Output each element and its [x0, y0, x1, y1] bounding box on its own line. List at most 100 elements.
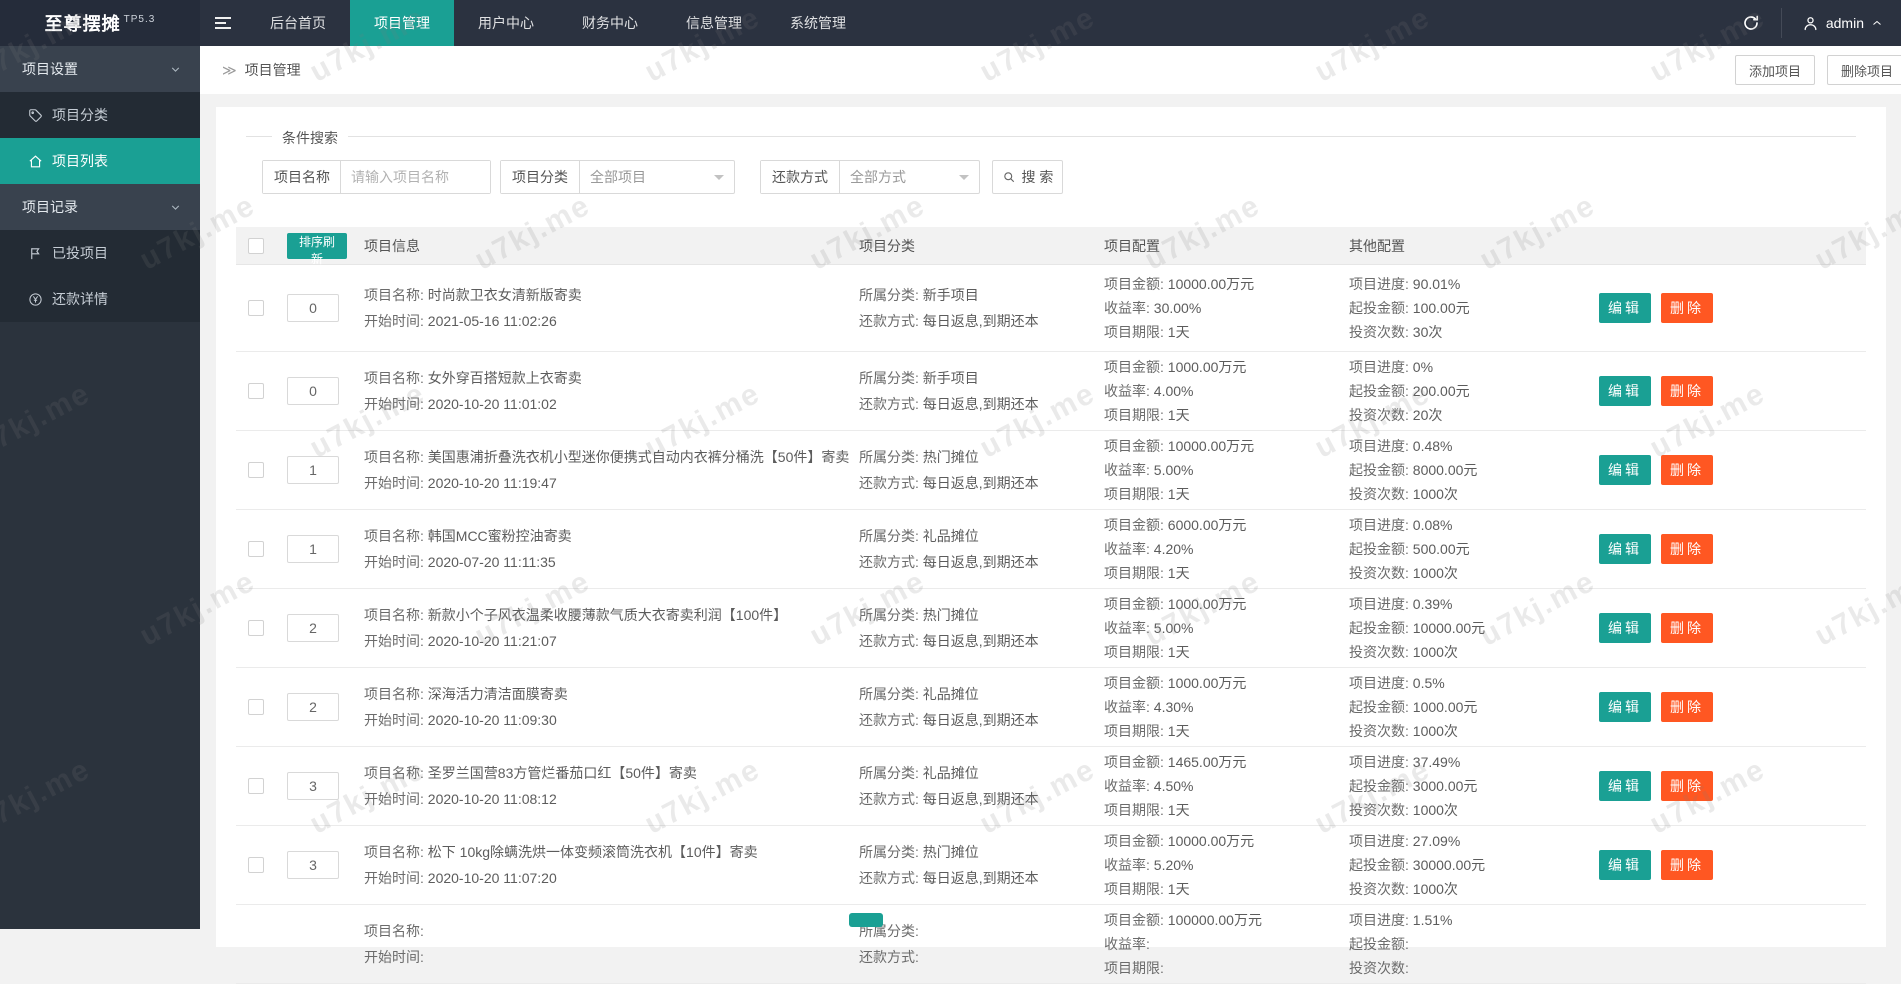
- row-actions: 编辑删除: [1599, 455, 1713, 485]
- cell-label: 项目进度:: [1349, 833, 1413, 849]
- repay-method-select[interactable]: 全部方式: [840, 161, 979, 193]
- cell-label: 还款方式:: [859, 633, 923, 649]
- nav-item[interactable]: 信息管理: [662, 0, 766, 46]
- cell-label: 项目名称:: [364, 844, 428, 860]
- delete-button[interactable]: 删除: [1661, 613, 1713, 643]
- cell-label: 项目进度:: [1349, 754, 1413, 770]
- refresh-icon[interactable]: [1721, 0, 1781, 46]
- cell-label: 开始时间:: [364, 313, 428, 329]
- cell-label: 项目名称:: [364, 370, 428, 386]
- cell-label: 项目金额:: [1104, 754, 1168, 770]
- edit-button[interactable]: 编辑: [1599, 534, 1651, 564]
- cell-value: 女外穿百搭短款上衣寄卖: [428, 370, 582, 386]
- edit-button[interactable]: 编辑: [1599, 376, 1651, 406]
- cell-value: 20次: [1413, 407, 1443, 423]
- row-checkbox[interactable]: [248, 300, 264, 316]
- table-row: 项目名称: 松下 10kg除螨洗烘一体变频滚筒洗衣机【10件】寄卖开始时间: 2…: [236, 826, 1866, 905]
- row-checkbox[interactable]: [248, 778, 264, 794]
- chevron-down-icon: [169, 63, 182, 76]
- search-button[interactable]: 搜 索: [992, 160, 1063, 194]
- project-category-cell: 所属分类: 礼品摊位还款方式: 每日返息,到期还本: [859, 760, 1089, 812]
- sidebar-group-project-settings[interactable]: 项目设置: [0, 46, 200, 92]
- edit-button[interactable]: 编辑: [1599, 613, 1651, 643]
- cell-label: 还款方式:: [859, 396, 923, 412]
- row-checkbox[interactable]: [248, 541, 264, 557]
- edit-button[interactable]: 编辑: [1599, 771, 1651, 801]
- nav-item[interactable]: 财务中心: [558, 0, 662, 46]
- project-category-select[interactable]: 全部项目: [580, 161, 734, 193]
- menu-toggle-icon[interactable]: [200, 0, 246, 46]
- sort-order-input[interactable]: [287, 294, 339, 322]
- breadcrumb: 项目管理: [245, 60, 301, 80]
- delete-button[interactable]: 删除: [1661, 534, 1713, 564]
- header-project-config: 项目配置: [1104, 236, 1334, 256]
- edit-button[interactable]: 编辑: [1599, 293, 1651, 323]
- delete-project-button[interactable]: 删除项目: [1827, 55, 1901, 85]
- edit-button[interactable]: 编辑: [1599, 455, 1651, 485]
- sort-order-input[interactable]: [287, 851, 339, 879]
- cell-value: 3000.00元: [1413, 778, 1478, 794]
- other-config-cell: 项目进度: 90.01%起投金额: 100.00元投资次数: 30次: [1349, 272, 1584, 344]
- cell-value: 2020-07-20 11:11:35: [428, 554, 556, 570]
- nav-item[interactable]: 用户中心: [454, 0, 558, 46]
- cell-label: 还款方式:: [859, 554, 923, 570]
- sort-order-input[interactable]: [287, 377, 339, 405]
- cell-value: 37.49%: [1413, 754, 1460, 770]
- select-all-checkbox[interactable]: [248, 238, 264, 254]
- sidebar-group-project-records[interactable]: 项目记录: [0, 184, 200, 230]
- sidebar-item-repayment-details[interactable]: 还款详情: [0, 276, 200, 322]
- sidebar-item-invested-projects[interactable]: 已投项目: [0, 230, 200, 276]
- add-project-button[interactable]: 添加项目: [1735, 55, 1815, 85]
- repay-method-field: 还款方式 全部方式: [760, 160, 980, 194]
- sort-order-input[interactable]: [287, 693, 339, 721]
- delete-button[interactable]: 删除: [1661, 293, 1713, 323]
- cell-value: 礼品摊位: [923, 765, 979, 781]
- delete-button[interactable]: 删除: [1661, 771, 1713, 801]
- sort-order-input[interactable]: [287, 456, 339, 484]
- nav-item[interactable]: 系统管理: [766, 0, 870, 46]
- project-info-cell: 项目名称: 女外穿百搭短款上衣寄卖开始时间: 2020-10-20 11:01:…: [364, 365, 844, 417]
- row-checkbox[interactable]: [248, 699, 264, 715]
- cell-label: 项目金额:: [1104, 359, 1168, 375]
- delete-button[interactable]: 删除: [1661, 850, 1713, 880]
- delete-button[interactable]: 删除: [1661, 455, 1713, 485]
- project-info-cell: 项目名称: 圣罗兰国营83方管烂番茄口红【50件】寄卖开始时间: 2020-10…: [364, 760, 844, 812]
- row-checkbox[interactable]: [248, 462, 264, 478]
- delete-button[interactable]: 删除: [1661, 376, 1713, 406]
- project-name-input[interactable]: [341, 161, 490, 193]
- project-info-cell: 项目名称: 开始时间:: [364, 918, 844, 970]
- delete-button[interactable]: 删除: [1661, 692, 1713, 722]
- cell-label: 项目期限:: [1104, 565, 1168, 581]
- repay-method-label: 还款方式: [761, 161, 840, 193]
- user-menu[interactable]: admin: [1782, 0, 1901, 46]
- cell-value: 礼品摊位: [923, 528, 979, 544]
- cell-value: 1天: [1168, 802, 1190, 818]
- sort-order-input[interactable]: [287, 614, 339, 642]
- sidebar-item-project-list[interactable]: 项目列表: [0, 138, 200, 184]
- cell-label: 项目进度:: [1349, 359, 1413, 375]
- row-checkbox[interactable]: [248, 620, 264, 636]
- edit-button[interactable]: 编辑: [1599, 850, 1651, 880]
- cell-label: 项目名称:: [364, 923, 424, 939]
- nav-item[interactable]: 后台首页: [246, 0, 350, 46]
- edit-button[interactable]: 编辑: [1599, 692, 1651, 722]
- other-config-cell: 项目进度: 0.48%起投金额: 8000.00元投资次数: 1000次: [1349, 434, 1584, 506]
- cell-value: 100.00元: [1413, 300, 1470, 316]
- sort-refresh-button[interactable]: 排序刷新: [287, 233, 347, 259]
- sort-order-input[interactable]: [287, 535, 339, 563]
- sidebar-item-label: 项目列表: [52, 151, 108, 171]
- row-checkbox[interactable]: [248, 857, 264, 873]
- sidebar-item-project-category[interactable]: 项目分类: [0, 92, 200, 138]
- row-checkbox[interactable]: [248, 383, 264, 399]
- cell-label: 收益率:: [1104, 620, 1154, 636]
- cell-value: 新手项目: [923, 287, 979, 303]
- cell-label: 项目进度:: [1349, 517, 1413, 533]
- cell-label: 项目进度:: [1349, 276, 1413, 292]
- table-header: 排序刷新 项目信息 项目分类 项目配置 其他配置: [236, 227, 1866, 265]
- nav-item[interactable]: 项目管理: [350, 0, 454, 46]
- sort-order-input[interactable]: [287, 772, 339, 800]
- project-table: 排序刷新 项目信息 项目分类 项目配置 其他配置 项目名称: 时尚款卫衣女清新版…: [236, 227, 1866, 984]
- cell-value: 2020-10-20 11:07:20: [428, 870, 557, 886]
- cell-value: 30次: [1413, 324, 1443, 340]
- cell-label: 开始时间:: [364, 633, 428, 649]
